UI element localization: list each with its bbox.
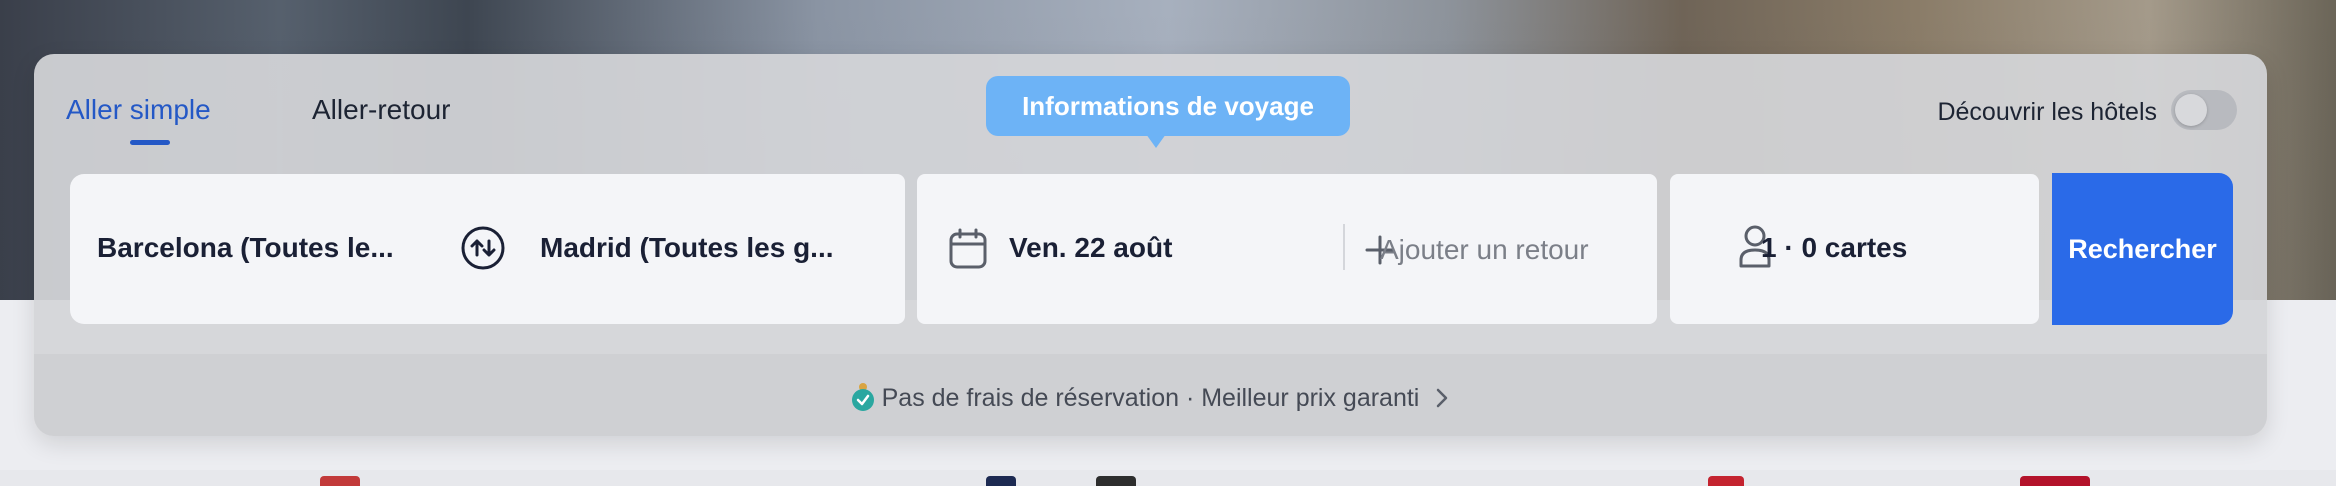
trip-info-tooltip: Informations de voyage [986, 76, 1350, 136]
search-button[interactable]: Rechercher [2052, 173, 2233, 325]
departure-date-field[interactable]: Ven. 22 août [1009, 232, 1172, 264]
origin-field[interactable]: Barcelona (Toutes le... [97, 232, 394, 264]
badge-check-icon [851, 383, 874, 411]
passengers-field[interactable]: 1 · 0 cartes [1761, 232, 1907, 264]
search-button-label: Rechercher [2068, 233, 2217, 264]
tab-one-way[interactable]: Aller simple [66, 94, 211, 126]
hotels-toggle[interactable] [2171, 90, 2237, 130]
hotels-toggle-label: Découvrir les hôtels [1937, 98, 2157, 126]
calendar-icon [949, 228, 987, 269]
toggle-knob [2175, 94, 2207, 126]
add-return-field[interactable]: Ajouter un retour [1380, 234, 1589, 266]
active-tab-indicator [130, 140, 170, 145]
tooltip-arrow [1146, 134, 1166, 148]
tooltip-text: Informations de voyage [1022, 90, 1314, 121]
swap-icon[interactable] [460, 225, 506, 271]
chevron-right-icon [1437, 388, 1448, 408]
destination-field[interactable]: Madrid (Toutes les g... [540, 232, 834, 264]
date-divider [1343, 224, 1345, 270]
tab-round-trip[interactable]: Aller-retour [312, 94, 450, 126]
search-card: Aller simple Aller-retour Informations d… [34, 54, 2267, 436]
guarantee-text: Pas de frais de réservation · Meilleur p… [881, 384, 1420, 412]
guarantee-link[interactable]: Pas de frais de réservation · Meilleur p… [34, 382, 2267, 413]
